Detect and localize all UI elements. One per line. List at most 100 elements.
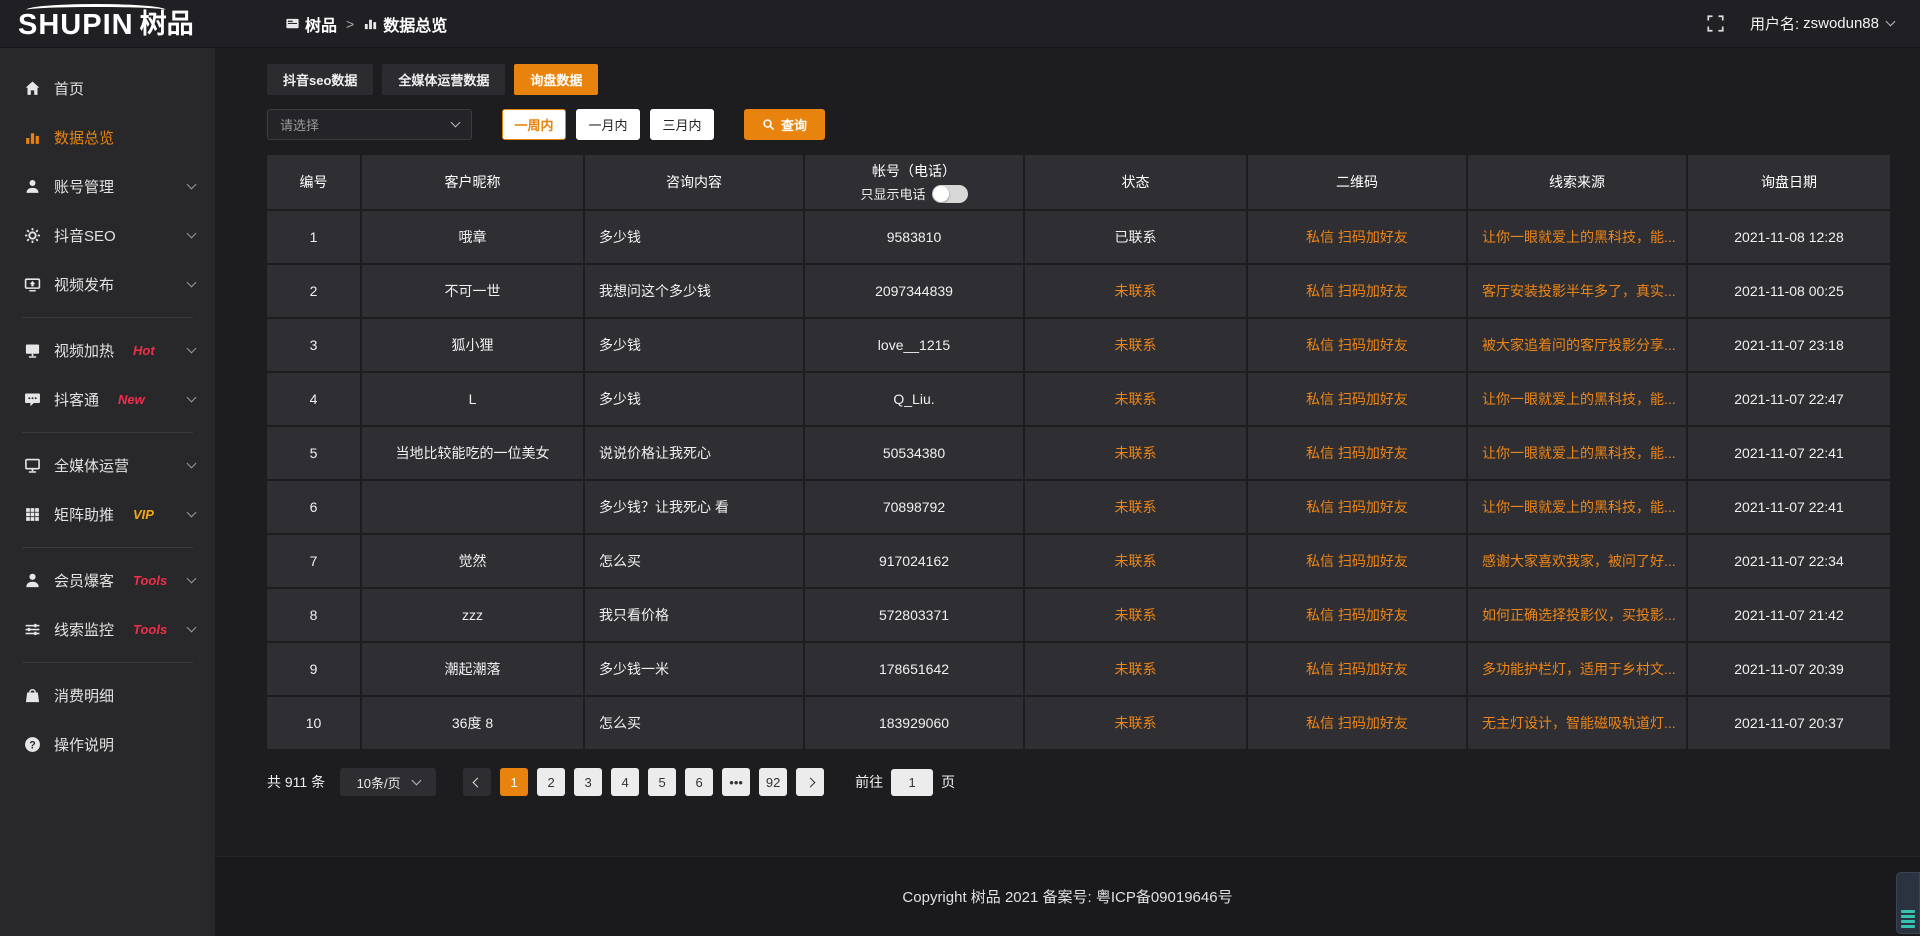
cell-nickname: 当地比较能吃的一位美女 (362, 427, 585, 481)
sidebar-item-10[interactable]: 会员爆客Tools (0, 556, 215, 605)
qr-link[interactable]: 私信 扫码加好友 (1248, 697, 1468, 751)
breadcrumb-item-home[interactable]: 树品 (285, 12, 337, 36)
status-badge: 未联系 (1025, 481, 1248, 535)
breadcrumb-item-current[interactable]: 数据总览 (363, 12, 447, 36)
goto-page-input[interactable] (891, 769, 933, 796)
source-link[interactable]: 多功能护栏灯，适用于乡村文... (1468, 643, 1688, 697)
qr-link[interactable]: 私信 扫码加好友 (1248, 373, 1468, 427)
page-button-3[interactable]: 3 (574, 768, 602, 796)
tab-3[interactable]: 询盘数据 (514, 64, 598, 95)
source-link[interactable]: 感谢大家喜欢我家，被问了好... (1468, 535, 1688, 589)
next-page-button[interactable] (796, 768, 824, 796)
page-button-5[interactable]: 5 (648, 768, 676, 796)
sidebar-divider (22, 317, 193, 318)
sidebar-item-3[interactable]: 账号管理 (0, 162, 215, 211)
source-link[interactable]: 如何正确选择投影仪，买投影... (1468, 589, 1688, 643)
cell-date: 2021-11-07 23:18 (1688, 319, 1890, 373)
column-header: 客户昵称 (362, 155, 585, 211)
cell-nickname: 觉然 (362, 535, 585, 589)
cell-account: 572803371 (805, 589, 1025, 643)
sidebar-item-12[interactable]: 消费明细 (0, 671, 215, 720)
sidebar-item-2[interactable]: 数据总览 (0, 113, 215, 162)
filter-select[interactable]: 请选择 (267, 109, 472, 140)
cell-no: 9 (267, 643, 362, 697)
qr-link[interactable]: 私信 扫码加好友 (1248, 589, 1468, 643)
footer: Copyright 树品 2021 备案号: 粤ICP备09019646号 (215, 856, 1920, 936)
page-ellipsis[interactable]: ••• (722, 768, 750, 796)
cell-account: 183929060 (805, 697, 1025, 751)
sidebar-item-1[interactable]: 首页 (0, 64, 215, 113)
source-link[interactable]: 让你一眼就爱上的黑科技，能... (1468, 427, 1688, 481)
table-row: 6多少钱？让我死心 看70898792未联系私信 扫码加好友让你一眼就爱上的黑科… (267, 481, 1890, 535)
floating-widget[interactable] (1896, 872, 1920, 934)
cell-content: 怎么买 (585, 697, 805, 751)
period-button-2[interactable]: 一月内 (576, 109, 640, 140)
qr-link[interactable]: 私信 扫码加好友 (1248, 643, 1468, 697)
cell-account: love__1215 (805, 319, 1025, 373)
user-menu[interactable]: 用户名: zswodun88 (1750, 13, 1894, 34)
qr-link[interactable]: 私信 扫码加好友 (1248, 211, 1468, 265)
column-header: 二维码 (1248, 155, 1468, 211)
qr-link[interactable]: 私信 扫码加好友 (1248, 265, 1468, 319)
sidebar-item-7[interactable]: 抖客通New (0, 375, 215, 424)
cell-date: 2021-11-08 00:25 (1688, 265, 1890, 319)
sidebar-divider (22, 547, 193, 548)
page-button-4[interactable]: 4 (611, 768, 639, 796)
cell-no: 4 (267, 373, 362, 427)
sidebar: 首页数据总览账号管理抖音SEO视频发布视频加热Hot抖客通New 全媒体运营矩阵助… (0, 48, 215, 936)
page-button-92[interactable]: 92 (759, 768, 787, 796)
page-size-select[interactable]: 10条/页 (340, 768, 436, 796)
period-button-3[interactable]: 三月内 (650, 109, 714, 140)
bar-chart-icon (24, 129, 41, 146)
sidebar-item-13[interactable]: ?操作说明 (0, 720, 215, 769)
filter-bar: 请选择 一周内一月内三月内 查询 (267, 109, 1890, 140)
qr-link[interactable]: 私信 扫码加好友 (1248, 535, 1468, 589)
phone-only-toggle[interactable] (932, 185, 968, 203)
sliders-icon (24, 621, 41, 638)
tab-2[interactable]: 全媒体运营数据 (382, 64, 505, 95)
sidebar-item-label: 消费明细 (54, 685, 114, 706)
page-button-1[interactable]: 1 (500, 768, 528, 796)
sidebar-item-9[interactable]: 矩阵助推VIP (0, 490, 215, 539)
sidebar-item-11[interactable]: 线索监控Tools (0, 605, 215, 654)
sidebar-item-4[interactable]: 抖音SEO (0, 211, 215, 260)
cell-no: 5 (267, 427, 362, 481)
page-button-6[interactable]: 6 (685, 768, 713, 796)
page-button-2[interactable]: 2 (537, 768, 565, 796)
qr-link[interactable]: 私信 扫码加好友 (1248, 427, 1468, 481)
source-link[interactable]: 让你一眼就爱上的黑科技，能... (1468, 373, 1688, 427)
sidebar-item-5[interactable]: 视频发布 (0, 260, 215, 309)
sidebar-item-6[interactable]: 视频加热Hot (0, 326, 215, 375)
source-link[interactable]: 被大家追着问的客厅投影分享... (1468, 319, 1688, 373)
source-link[interactable]: 客厅安装投影半年多了，真实... (1468, 265, 1688, 319)
chevron-down-icon (187, 393, 197, 403)
fullscreen-icon[interactable] (1707, 15, 1724, 32)
monitor-heat-icon (24, 342, 41, 359)
copyright-text: Copyright 树品 2021 备案号: 粤ICP备09019646号 (902, 886, 1232, 907)
question-circle-icon: ? (24, 736, 41, 753)
tab-1[interactable]: 抖音seo数据 (267, 64, 373, 95)
qr-link[interactable]: 私信 扫码加好友 (1248, 319, 1468, 373)
chevron-down-icon (187, 459, 197, 469)
floating-widget-bars (1901, 908, 1915, 928)
chat-icon (24, 391, 41, 408)
pagination: 共 911 条10条/页123456•••92前往页 (267, 768, 1890, 796)
svg-text:?: ? (29, 739, 35, 751)
source-link[interactable]: 让你一眼就爱上的黑科技，能... (1468, 211, 1688, 265)
chevron-down-icon (1886, 17, 1896, 27)
source-link[interactable]: 无主灯设计，智能磁吸轨道灯... (1468, 697, 1688, 751)
query-button[interactable]: 查询 (744, 109, 825, 140)
period-button-1[interactable]: 一周内 (502, 109, 566, 140)
source-link[interactable]: 让你一眼就爱上的黑科技，能... (1468, 481, 1688, 535)
sidebar-item-label: 数据总览 (54, 127, 114, 148)
sidebar-item-badge: Tools (133, 622, 167, 637)
table-row: 1哦章多少钱9583810已联系私信 扫码加好友让你一眼就爱上的黑科技，能...… (267, 211, 1890, 265)
prev-page-button[interactable] (463, 768, 491, 796)
chevron-down-icon (187, 623, 197, 633)
app-window-icon (285, 16, 300, 31)
sidebar-item-label: 抖客通 (54, 389, 99, 410)
logo-arc (26, 4, 166, 16)
sidebar-item-8[interactable]: 全媒体运营 (0, 441, 215, 490)
status-badge: 未联系 (1025, 427, 1248, 481)
qr-link[interactable]: 私信 扫码加好友 (1248, 481, 1468, 535)
